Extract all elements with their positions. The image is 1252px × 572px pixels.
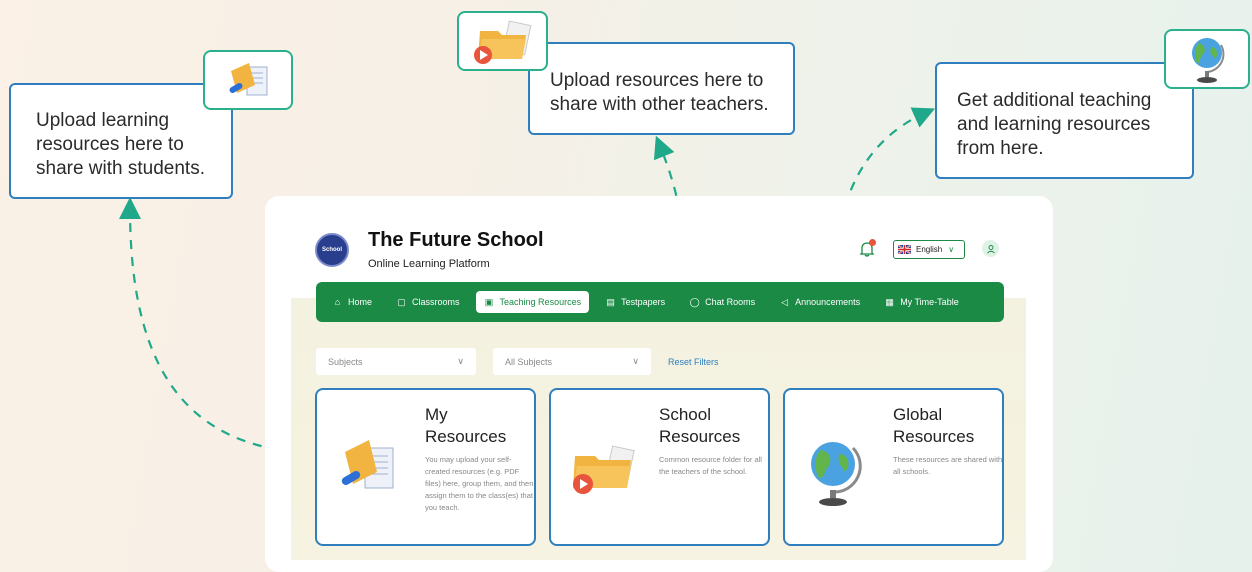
callout-learning: Upload learning resources here to share … — [9, 83, 233, 199]
all-subjects-label: All Subjects — [505, 356, 553, 367]
callout-teachers-text: Upload resources here to share with othe… — [550, 70, 769, 115]
nav-label: Testpapers — [621, 297, 666, 307]
nav-label: My Time-Table — [900, 297, 959, 307]
main-nav: ⌂ Home ▢ Classrooms ▣ Teaching Resources ▤ T… — [316, 282, 1004, 322]
language-label: English — [916, 245, 943, 254]
my-resources-card[interactable]: My Resources You may upload your self-cre… — [315, 388, 536, 546]
nav-teaching-resources[interactable]: ▣ Teaching Resources — [475, 291, 590, 313]
nav-timetable[interactable]: ▦ My Time-Table — [876, 291, 967, 313]
uk-flag-icon — [898, 245, 911, 254]
logo-text: School — [321, 247, 342, 253]
home-icon: ⌂ — [334, 297, 341, 307]
user-icon — [986, 244, 995, 253]
testpaper-icon: ▤ — [606, 296, 615, 307]
card-title: School Resources — [659, 404, 740, 448]
page-subtitle: Online Learning Platform — [368, 258, 490, 270]
card-title-line1: School — [659, 405, 711, 424]
nav-testpapers[interactable]: ▤ Testpapers — [597, 291, 673, 313]
card-description: Common resource folder for all the teach… — [659, 455, 762, 476]
video-folder-icon — [573, 445, 635, 494]
card-description: These resources are shared with all scho… — [893, 455, 1003, 476]
callout-learning-text: Upload learning resources here to share … — [36, 110, 205, 179]
language-select[interactable]: English ∨ — [893, 240, 965, 259]
chat-icon: ◯ — [689, 296, 700, 307]
card-title-line2: Resources — [425, 427, 507, 446]
video-folder-icon — [473, 20, 531, 64]
chevron-down-icon: ∨ — [457, 356, 464, 366]
card-title-line1: My — [425, 405, 448, 424]
nav-classrooms[interactable]: ▢ Classrooms — [388, 291, 468, 313]
global-resources-card[interactable]: Global Resources These resources are shar… — [783, 388, 1004, 546]
subjects-label: Subjects — [328, 356, 363, 367]
callout-additional: Get additional teaching and learning res… — [935, 62, 1194, 179]
notification-button[interactable]: 0 — [858, 239, 876, 258]
nav-label: Teaching Resources — [499, 297, 582, 307]
card-description: You may upload your self-created resourc… — [425, 455, 534, 512]
document-upload-icon — [229, 63, 268, 96]
chevron-down-icon: ∨ — [948, 245, 955, 254]
school-logo: School — [315, 233, 349, 267]
globe-icon — [1192, 38, 1225, 83]
nav-label: Chat Rooms — [705, 297, 756, 307]
callout-additional-text: Get additional teaching and learning res… — [957, 90, 1152, 159]
nav-label: Announcements — [795, 297, 861, 307]
megaphone-icon: ◁ — [781, 296, 789, 307]
notification-badge: 0 — [869, 239, 876, 246]
card-title: My Resources — [425, 404, 506, 448]
callout-learning-icon-tab — [203, 50, 293, 110]
user-avatar-button[interactable] — [982, 240, 999, 257]
card-title-line2: Resources — [659, 427, 741, 446]
nav-home[interactable]: ⌂ Home — [324, 291, 380, 313]
school-resources-card[interactable]: School Resources Common resource folder f… — [549, 388, 770, 546]
page-title: The Future School — [368, 229, 544, 251]
document-upload-icon — [341, 440, 394, 489]
reset-filters-link[interactable]: Reset Filters — [668, 357, 719, 367]
all-subjects-dropdown[interactable]: All Subjects ∨ — [493, 348, 651, 375]
resources-icon: ▣ — [484, 296, 494, 307]
callout-teachers: Upload resources here to share with othe… — [528, 42, 795, 135]
nav-label: Home — [348, 297, 373, 307]
callout-teachers-icon-tab — [457, 11, 548, 71]
book-icon: ▢ — [397, 296, 406, 307]
chevron-down-icon: ∨ — [632, 356, 639, 366]
nav-chat-rooms[interactable]: ◯ Chat Rooms — [681, 291, 763, 313]
card-title: Global Resources — [893, 404, 974, 448]
nav-announcements[interactable]: ◁ Announcements — [771, 291, 868, 313]
card-title-line1: Global — [893, 405, 943, 424]
callout-additional-icon-tab — [1164, 29, 1250, 89]
card-title-line2: Resources — [893, 427, 975, 446]
subjects-dropdown[interactable]: Subjects ∨ — [316, 348, 476, 375]
globe-icon — [811, 442, 862, 506]
nav-label: Classrooms — [412, 297, 460, 307]
calendar-icon: ▦ — [885, 296, 894, 307]
